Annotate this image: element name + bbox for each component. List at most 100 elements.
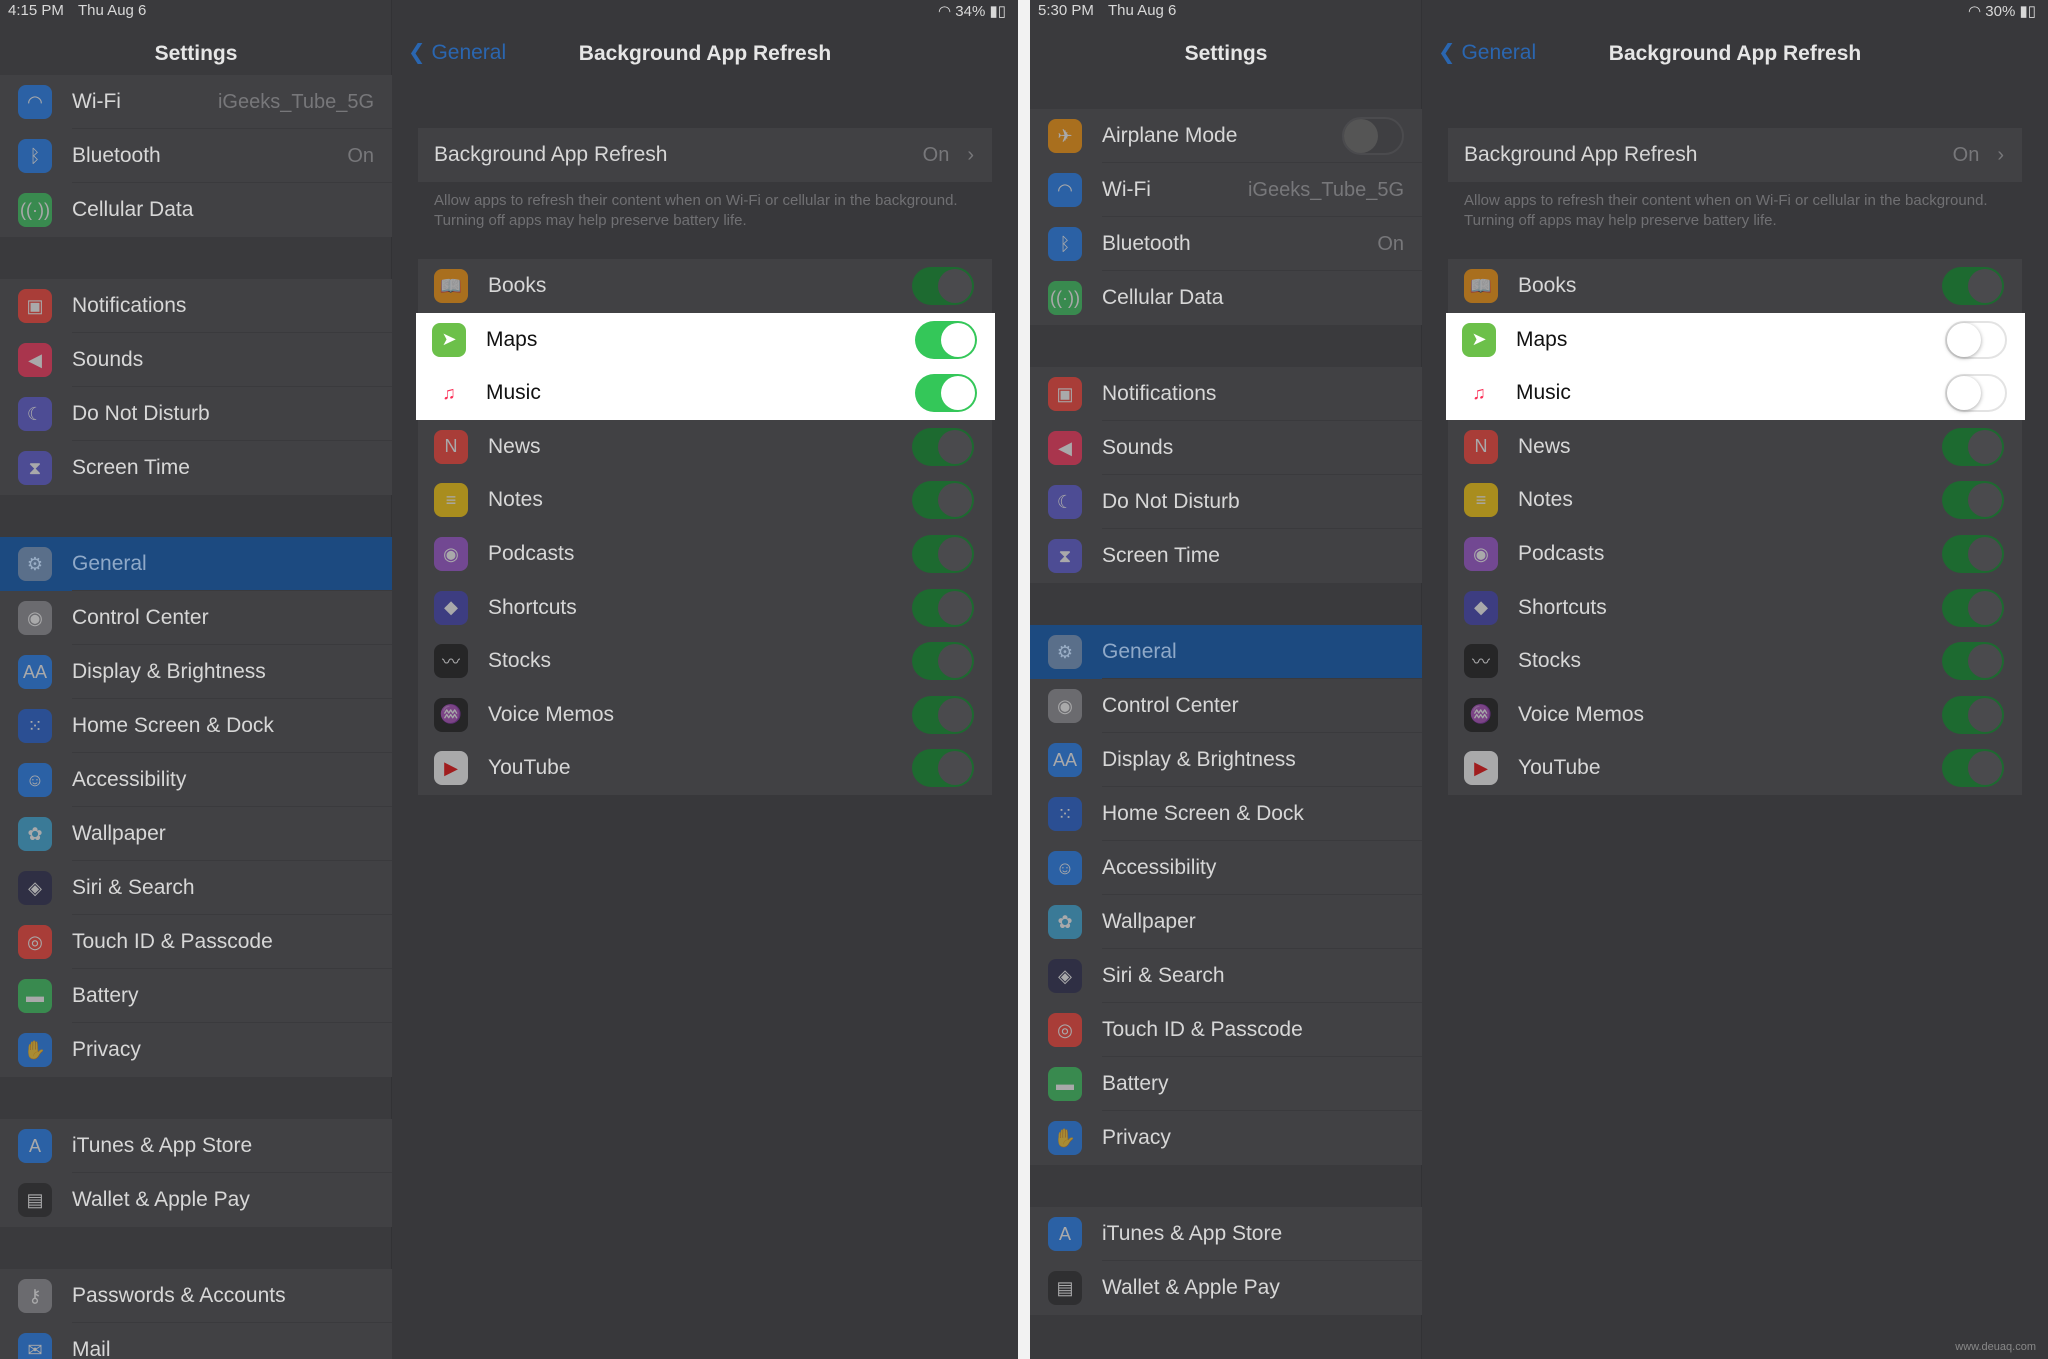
screen-2: ✈ Airplane Mode ◠ Wi-Fi iGeeks_Tube_5G ᛒ Bluet… (1030, 0, 2048, 1359)
sidebar-item-accessibility[interactable]: ☺ Accessibility (0, 753, 392, 807)
sidebar-item-bluetooth[interactable]: ᛒ Bluetooth On (1030, 217, 1422, 271)
sidebar-item-itunes-app-store[interactable]: AiTunes & App Store (1030, 1207, 1422, 1261)
status-date: Thu Aug 6 (78, 2, 147, 19)
sidebar-item-accessibility[interactable]: ☺ Accessibility (1030, 841, 1422, 895)
sidebar-item-display-brightness[interactable]: AA Display & Brightness (1030, 733, 1422, 787)
sidebar-item-touch-id-passcode[interactable]: ◎ Touch ID & Passcode (1030, 1003, 1422, 1057)
app-label: Podcasts (1518, 542, 1605, 565)
app-label: Books (488, 274, 547, 297)
wallpaper-icon: ✿ (18, 817, 52, 851)
sidebar-item-label: Screen Time (1102, 544, 1220, 567)
sidebar-item-do-not-disturb[interactable]: ☾ Do Not Disturb (0, 387, 392, 441)
app-row-news: N News (418, 419, 992, 474)
refresh-toggle-youtube[interactable] (1942, 749, 2004, 788)
sidebar-item-wallet-apple-pay[interactable]: ▤ Wallet & Apple Pay (0, 1173, 392, 1227)
books-icon: 📖 (434, 269, 468, 303)
sidebar-item-passwords-accounts[interactable]: ⚷ Passwords & Accounts (0, 1269, 392, 1323)
sidebar-item-value: On (347, 144, 374, 167)
sidebar-item-general[interactable]: ⚙ General (1030, 625, 1422, 679)
sidebar-title: Settings (154, 42, 238, 65)
sidebar-title: Settings (1184, 42, 1268, 65)
sidebar-item-airplane-mode[interactable]: ✈ Airplane Mode (1030, 109, 1422, 163)
refresh-toggle-shortcuts[interactable] (912, 588, 974, 627)
control-center-icon: ◉ (18, 601, 52, 635)
hourglass-icon: ⧗ (18, 451, 52, 485)
sidebar-item-wallpaper[interactable]: ✿ Wallpaper (1030, 895, 1422, 949)
app-label: Shortcuts (1518, 595, 1607, 619)
app-label: Stocks (1518, 649, 1582, 673)
sidebar-item-wi-fi[interactable]: ◠ Wi-Fi iGeeks_Tube_5G (1030, 163, 1422, 217)
sidebar-item-label: Battery (72, 984, 139, 1007)
sidebar-item-privacy[interactable]: ✋ Privacy (0, 1023, 392, 1077)
app-label: Maps (1516, 327, 1568, 351)
refresh-toggle-voice-memos[interactable] (912, 695, 974, 734)
detail-title: Background App Refresh (1608, 42, 1862, 65)
setting-label: Background App Refresh (1464, 143, 1698, 166)
airplane-mode-toggle[interactable] (1342, 117, 1404, 155)
sidebar-item-notifications[interactable]: ▣ Notifications (0, 279, 392, 333)
hand-icon: ✋ (1048, 1121, 1082, 1155)
sidebar-item-sounds[interactable]: ◀ Sounds (1030, 421, 1422, 475)
sidebar-item-label: Battery (1102, 1072, 1169, 1095)
setting-value: On (1952, 143, 1980, 166)
sidebar-item-siri-search[interactable]: ◈ Siri & Search (0, 861, 392, 915)
moon-icon: ☾ (18, 397, 52, 431)
podcasts-icon: ◉ (1464, 537, 1498, 571)
sidebar-item-cellular-data[interactable]: ((·)) Cellular Data (0, 183, 392, 237)
refresh-toggle-podcasts[interactable] (1942, 535, 2004, 573)
sidebar-item-wi-fi[interactable]: ◠ Wi-Fi iGeeks_Tube_5G (0, 75, 392, 129)
sidebar-item-wallpaper[interactable]: ✿ Wallpaper (0, 807, 392, 861)
refresh-toggle-notes[interactable] (1942, 481, 2004, 520)
sidebar-item-screen-time[interactable]: ⧗ Screen Time (1030, 529, 1422, 583)
sidebar-item-display-brightness[interactable]: AA Display & Brightness (0, 645, 392, 699)
sidebar-item-privacy[interactable]: ✋ Privacy (1030, 1111, 1422, 1165)
sidebar-item-cellular-data[interactable]: ((·)) Cellular Data (1030, 271, 1422, 325)
sidebar-item-home-screen-dock[interactable]: ⁙ Home Screen & Dock (1030, 787, 1422, 841)
sidebar-item-notifications[interactable]: ▣ Notifications (1030, 367, 1422, 421)
sidebar-item-control-center[interactable]: ◉ Control Center (0, 591, 392, 645)
sidebar-item-itunes-app-store[interactable]: AiTunes & App Store (0, 1119, 392, 1173)
app-label: News (1518, 434, 1571, 458)
refresh-toggle-voice-memos[interactable] (1942, 695, 2004, 734)
sidebar-item-bluetooth[interactable]: ᛒ Bluetooth On (0, 129, 392, 183)
refresh-toggle-books[interactable] (1942, 267, 2004, 305)
refresh-toggle-news[interactable] (1942, 427, 2004, 466)
sidebar-item-control-center[interactable]: ◉ Control Center (1030, 679, 1422, 733)
sidebar-item-label: Wallpaper (72, 822, 166, 845)
notifications-icon: ▣ (18, 289, 52, 323)
status-time: 5:30 PM (1038, 2, 1094, 19)
sidebar-item-home-screen-dock[interactable]: ⁙ Home Screen & Dock (0, 699, 392, 753)
sidebar-item-label: Cellular Data (72, 198, 194, 221)
sidebar-item-battery[interactable]: ▬ Battery (0, 969, 392, 1023)
background-app-refresh-setting[interactable]: Background App Refresh On › (418, 128, 992, 182)
background-app-refresh-setting[interactable]: Background App Refresh On › (1448, 128, 2022, 182)
refresh-toggle-podcasts[interactable] (912, 535, 974, 573)
wallpaper-icon: ✿ (1048, 905, 1082, 939)
sidebar-item-do-not-disturb[interactable]: ☾ Do Not Disturb (1030, 475, 1422, 529)
sidebar-item-touch-id-passcode[interactable]: ◎ Touch ID & Passcode (0, 915, 392, 969)
sidebar-item-label: Siri & Search (1102, 964, 1225, 987)
app-label: Shortcuts (488, 595, 577, 619)
sidebar-item-general[interactable]: ⚙ General (0, 537, 392, 591)
sidebar-item-siri-search[interactable]: ◈ Siri & Search (1030, 949, 1422, 1003)
refresh-toggle-maps[interactable] (915, 320, 977, 359)
refresh-toggle-music[interactable] (915, 374, 977, 413)
sidebar-item-label: Touch ID & Passcode (72, 930, 273, 953)
refresh-toggle-stocks[interactable] (912, 642, 974, 681)
sidebar-item-screen-time[interactable]: ⧗ Screen Time (0, 441, 392, 495)
refresh-toggle-youtube[interactable] (912, 749, 974, 788)
refresh-toggle-maps[interactable] (1945, 320, 2007, 359)
accessibility-icon: ☺ (18, 763, 52, 797)
sidebar-item-mail[interactable]: ✉ Mail (0, 1323, 392, 1359)
sidebar-item-label: Screen Time (72, 456, 190, 479)
refresh-toggle-notes[interactable] (912, 481, 974, 520)
sidebar-item-battery[interactable]: ▬ Battery (1030, 1057, 1422, 1111)
refresh-toggle-stocks[interactable] (1942, 642, 2004, 681)
sidebar-item-label: iTunes & App Store (1102, 1222, 1283, 1245)
sidebar-item-wallet-apple-pay[interactable]: ▤ Wallet & Apple Pay (1030, 1261, 1422, 1315)
refresh-toggle-music[interactable] (1945, 374, 2007, 413)
refresh-toggle-news[interactable] (912, 427, 974, 466)
refresh-toggle-shortcuts[interactable] (1942, 588, 2004, 627)
sidebar-item-sounds[interactable]: ◀ Sounds (0, 333, 392, 387)
refresh-toggle-books[interactable] (912, 267, 974, 305)
